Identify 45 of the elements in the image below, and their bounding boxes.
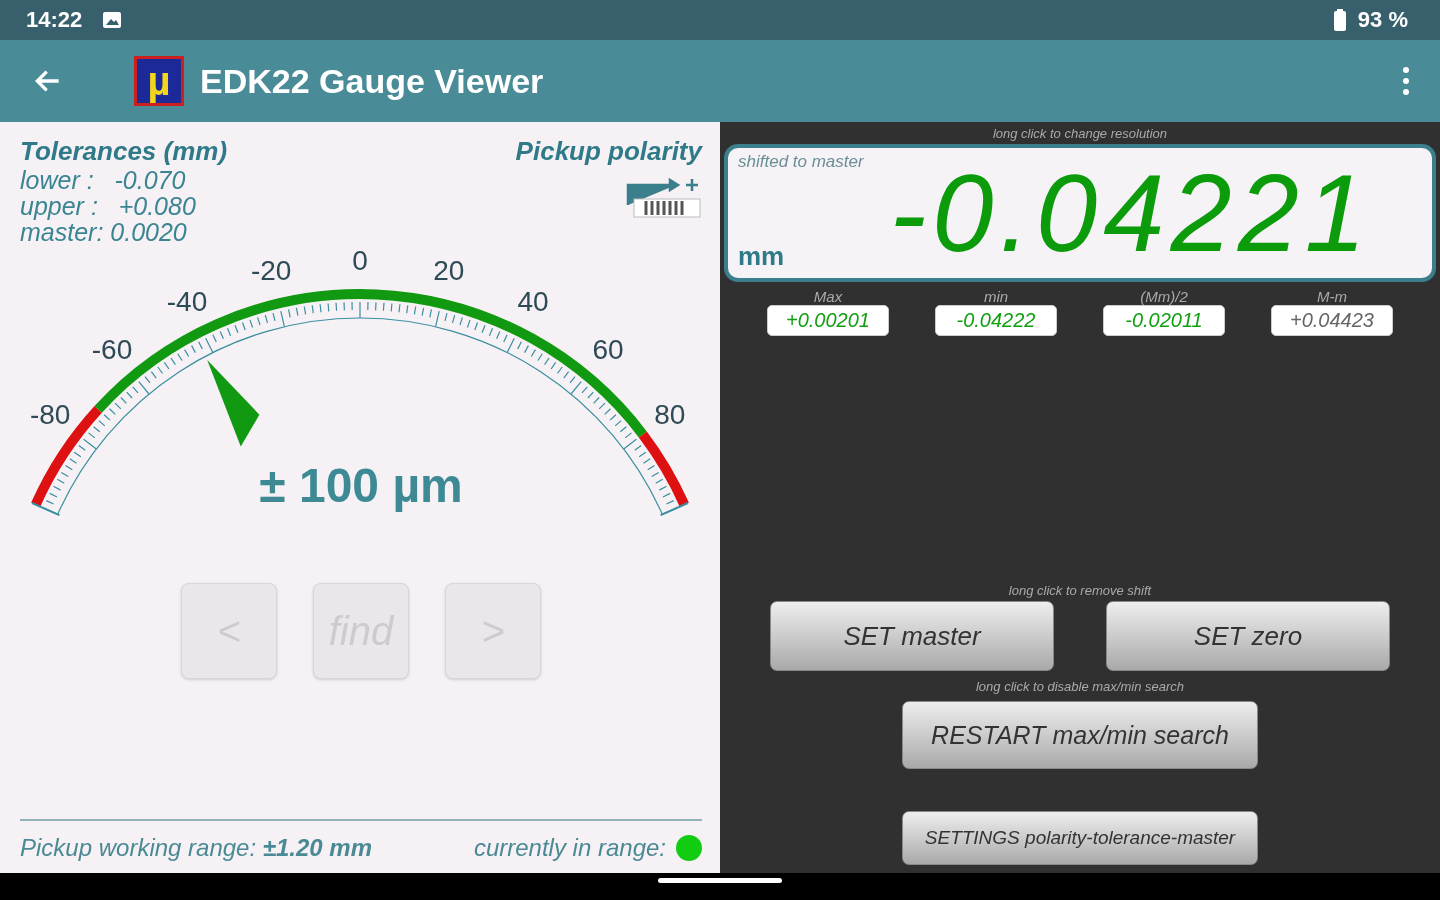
gauge-range: ± 100 µm bbox=[259, 458, 463, 513]
battery-level: 93 % bbox=[1357, 7, 1408, 33]
pickup-polarity-icon[interactable] bbox=[626, 175, 702, 219]
settings-button[interactable]: SETTINGS polarity-tolerance-master bbox=[902, 811, 1258, 865]
status-time: 14:22 bbox=[26, 7, 83, 33]
scale-label: 60 bbox=[592, 334, 624, 366]
stat-value: +0.00201 bbox=[767, 305, 889, 336]
stat-value: -0.02011 bbox=[1103, 305, 1225, 336]
app-logo: µ bbox=[134, 56, 184, 106]
tolerances-title: Tolerances (mm) bbox=[20, 136, 228, 167]
set-zero-button[interactable]: SET zero bbox=[1106, 601, 1390, 671]
display-unit: mm bbox=[738, 241, 785, 272]
set-master-button[interactable]: SET master bbox=[770, 601, 1054, 671]
scale-label: -20 bbox=[250, 255, 292, 287]
resolution-hint: long click to change resolution bbox=[992, 126, 1168, 143]
pickup-polarity-label: Pickup polarity bbox=[515, 136, 702, 167]
scale-label: -60 bbox=[91, 334, 133, 366]
image-icon bbox=[102, 11, 123, 29]
reading-display[interactable]: shifted to master mm -0.04221 bbox=[724, 144, 1436, 282]
stat-label: Max bbox=[813, 288, 843, 305]
home-handle[interactable] bbox=[658, 878, 782, 883]
stat-label: (Mm)/2 bbox=[1140, 288, 1188, 305]
stat-value: +0.04423 bbox=[1271, 305, 1393, 336]
search-hint: long click to disable max/min search bbox=[975, 679, 1185, 696]
app-title: EDK22 Gauge Viewer bbox=[200, 61, 544, 101]
stat-value: -0.04222 bbox=[935, 305, 1057, 336]
tolerance-value: lower : -0.070 bbox=[20, 167, 187, 193]
reading-value: -0.04221 bbox=[889, 158, 1372, 268]
scale-label: 40 bbox=[517, 285, 549, 317]
stat-label: min bbox=[983, 288, 1009, 305]
in-range-label: currently in range: bbox=[473, 834, 666, 862]
tolerance-value: master: 0.0020 bbox=[20, 219, 188, 245]
battery-icon bbox=[1333, 9, 1346, 31]
pickup-range-text: Pickup working range: ±1.20 mm bbox=[20, 834, 373, 862]
scale-label: 20 bbox=[433, 255, 465, 287]
overflow-menu-icon[interactable] bbox=[1402, 66, 1410, 96]
display-mode: shifted to master bbox=[738, 152, 864, 172]
scale-label: 0 bbox=[352, 248, 368, 276]
scale-label: -80 bbox=[29, 398, 71, 430]
scale-label: 80 bbox=[654, 398, 686, 430]
restart-search-button[interactable]: RESTART max/min search bbox=[902, 701, 1258, 769]
tolerance-value: upper : +0.080 bbox=[20, 193, 197, 219]
shift-hint: long click to remove shift bbox=[1008, 583, 1152, 600]
stat-label: M-m bbox=[1317, 288, 1347, 305]
scale-label: -40 bbox=[166, 285, 208, 317]
